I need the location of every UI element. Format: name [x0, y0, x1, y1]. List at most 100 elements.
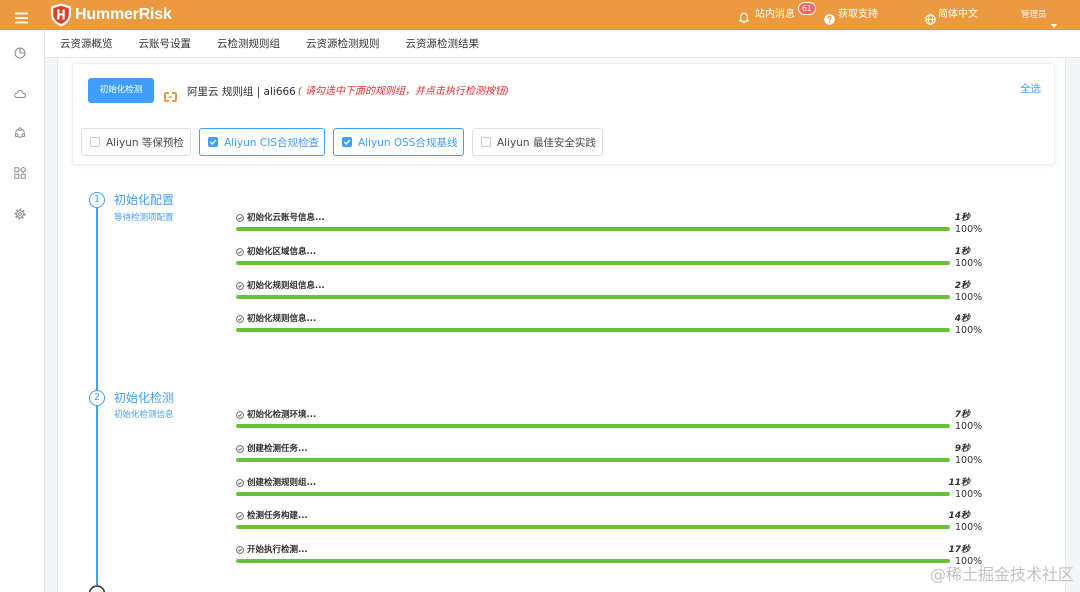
step-2-title: 初始化检测 — [114, 391, 175, 405]
cluster-icon[interactable] — [14, 124, 26, 138]
watermark-text: @稀土掘金技术社区 — [929, 565, 1074, 584]
task-progress-percent: 100% — [955, 257, 983, 269]
task-elapsed-time: 11秒 — [948, 477, 970, 488]
task-progress-percent: 100% — [955, 488, 983, 500]
step-2-indicator: 2 — [89, 390, 105, 406]
step-1-title: 初始化配置 — [114, 193, 175, 207]
task-progress-fill — [236, 294, 950, 299]
task-progress-percent: 100% — [955, 325, 983, 337]
step-3-indicator — [88, 585, 106, 592]
task-label: 初始化云账号信息... — [247, 213, 325, 223]
task-progress-fill — [236, 457, 950, 462]
rule-group-checkbox-dengbao[interactable]: Aliyun 等保预检 — [81, 128, 191, 156]
left-sidebar — [0, 30, 45, 592]
task-progress-fill — [236, 424, 950, 428]
task-progress-bar — [236, 294, 950, 299]
task-label: 检测任务构建... — [247, 511, 308, 522]
top-nav-tabs: 云资源概览 云账号设置 云检测规则组 云资源检测规则 云资源检测结果 — [45, 30, 1080, 58]
task-elapsed-time: 14秒 — [948, 511, 970, 522]
circle-check-icon — [236, 214, 244, 222]
globe-icon[interactable] — [925, 10, 936, 25]
task-progress-percent: 100% — [955, 522, 983, 534]
step-2-number: 2 — [93, 392, 101, 403]
language-selector[interactable]: 简体中文 — [938, 9, 978, 21]
task-elapsed-time: 7秒 — [954, 410, 970, 420]
task-progress-fill — [236, 559, 950, 563]
task-label: 初始化规则组信息... — [247, 280, 325, 291]
task-item: 初始化区域信息... 1秒 100% — [236, 246, 986, 276]
task-progress-bar — [236, 525, 950, 530]
check-mark-icon — [343, 139, 351, 146]
init-detection-card: 初始化检测 阿里云 规则组 | ali666 ( 请勾选中下面的规则组，并点击执… — [72, 63, 1055, 165]
circle-check-icon — [236, 512, 244, 521]
hummerrisk-shield-icon[interactable] — [50, 3, 72, 27]
tab-cloud-resource-results[interactable]: 云资源检测结果 — [406, 37, 480, 51]
circle-check-icon — [236, 247, 244, 256]
pie-chart-icon[interactable] — [14, 44, 26, 59]
app-logo-text[interactable]: HummerRisk — [75, 5, 172, 25]
site-messages-link[interactable]: 站内消息 — [755, 9, 795, 21]
task-progress-percent: 100% — [955, 224, 983, 235]
step-1-indicator: 1 — [89, 192, 105, 208]
circle-check-icon — [236, 478, 244, 487]
task-label: 初始化检测环境... — [247, 410, 317, 420]
task-item: 创建检测任务... 9秒 100% — [236, 443, 986, 473]
tab-cloud-account-settings[interactable]: 云账号设置 — [139, 37, 192, 51]
task-elapsed-time: 1秒 — [954, 246, 970, 257]
messages-count-badge: 61 — [798, 2, 816, 15]
step-1-task-list: 初始化云账号信息... 1秒 100% 初始化区域信息... 1秒 100% 初始化规则组信… — [236, 212, 986, 344]
chevron-down-icon[interactable] — [1051, 13, 1057, 28]
account-info-row: 阿里云 规则组 | ali666 ( 请勾选中下面的规则组，并点击执行检测按钮) — [187, 85, 509, 99]
hamburger-menu-icon[interactable] — [15, 9, 28, 24]
checkbox-square[interactable] — [481, 137, 491, 147]
step-2-description: 初始化检测信息 — [114, 410, 174, 420]
circle-check-icon — [236, 444, 244, 453]
step-1-number: 1 — [93, 194, 101, 205]
task-label: 开始执行检测... — [247, 545, 308, 555]
aliyun-logo-icon — [164, 87, 177, 102]
task-elapsed-time: 2秒 — [954, 280, 970, 291]
rule-group-checkbox-best-practice[interactable]: Aliyun 最佳安全实践 — [472, 128, 603, 156]
circle-check-icon — [236, 315, 244, 324]
task-progress-bar — [236, 424, 950, 428]
circle-check-icon — [236, 281, 244, 290]
task-elapsed-time: 4秒 — [954, 314, 970, 325]
checkbox-square[interactable] — [342, 137, 352, 147]
task-progress-fill — [236, 260, 950, 265]
tab-cloud-resource-rules[interactable]: 云资源检测规则 — [306, 37, 380, 51]
task-label: 创建检测规则组... — [247, 477, 317, 488]
task-progress-bar — [236, 491, 950, 496]
gear-icon[interactable] — [14, 205, 26, 220]
task-progress-percent: 100% — [955, 291, 983, 303]
rule-group-label: Aliyun OSS合规基线 — [358, 136, 458, 149]
task-progress-percent: 100% — [955, 421, 983, 432]
task-progress-fill — [236, 525, 950, 530]
task-item: 初始化规则信息... 4秒 100% — [236, 313, 986, 343]
task-progress-fill — [236, 491, 950, 496]
check-mark-icon — [209, 139, 217, 146]
rule-group-checkbox-oss[interactable]: Aliyun OSS合规基线 — [333, 128, 464, 156]
task-label: 创建检测任务... — [247, 443, 308, 454]
apps-grid-icon[interactable] — [14, 164, 27, 179]
bell-icon[interactable] — [738, 9, 750, 24]
step-2-task-list: 初始化检测环境... 7秒 100% 创建检测任务... 9秒 100% 创建检测规则组..… — [236, 409, 986, 575]
checkbox-square[interactable] — [208, 137, 218, 147]
rule-group-label: Aliyun 等保预检 — [106, 136, 184, 149]
selection-hint-text: ( 请勾选中下面的规则组，并点击执行检测按钮) — [297, 86, 509, 97]
task-elapsed-time: 1秒 — [954, 213, 970, 223]
question-circle-icon[interactable] — [824, 10, 835, 25]
task-progress-fill — [236, 328, 950, 333]
task-label: 初始化规则信息... — [247, 314, 317, 325]
tab-cloud-rule-groups[interactable]: 云检测规则组 — [217, 37, 280, 51]
get-support-link[interactable]: 获取支持 — [838, 9, 878, 21]
rule-group-checkbox-cis[interactable]: Aliyun CIS合规检查 — [199, 128, 325, 156]
select-all-link[interactable]: 全选 — [1020, 82, 1041, 96]
init-detection-button[interactable]: 初始化检测 — [88, 78, 154, 103]
task-item: 开始执行检测... 17秒 100% — [236, 544, 986, 574]
tab-cloud-resource-overview[interactable]: 云资源概览 — [60, 37, 113, 51]
checkbox-square[interactable] — [90, 137, 100, 147]
user-menu[interactable]: 管理员 — [1021, 10, 1047, 21]
task-item: 初始化云账号信息... 1秒 100% — [236, 212, 986, 242]
task-progress-fill — [236, 227, 950, 231]
cloud-icon[interactable] — [14, 85, 26, 99]
